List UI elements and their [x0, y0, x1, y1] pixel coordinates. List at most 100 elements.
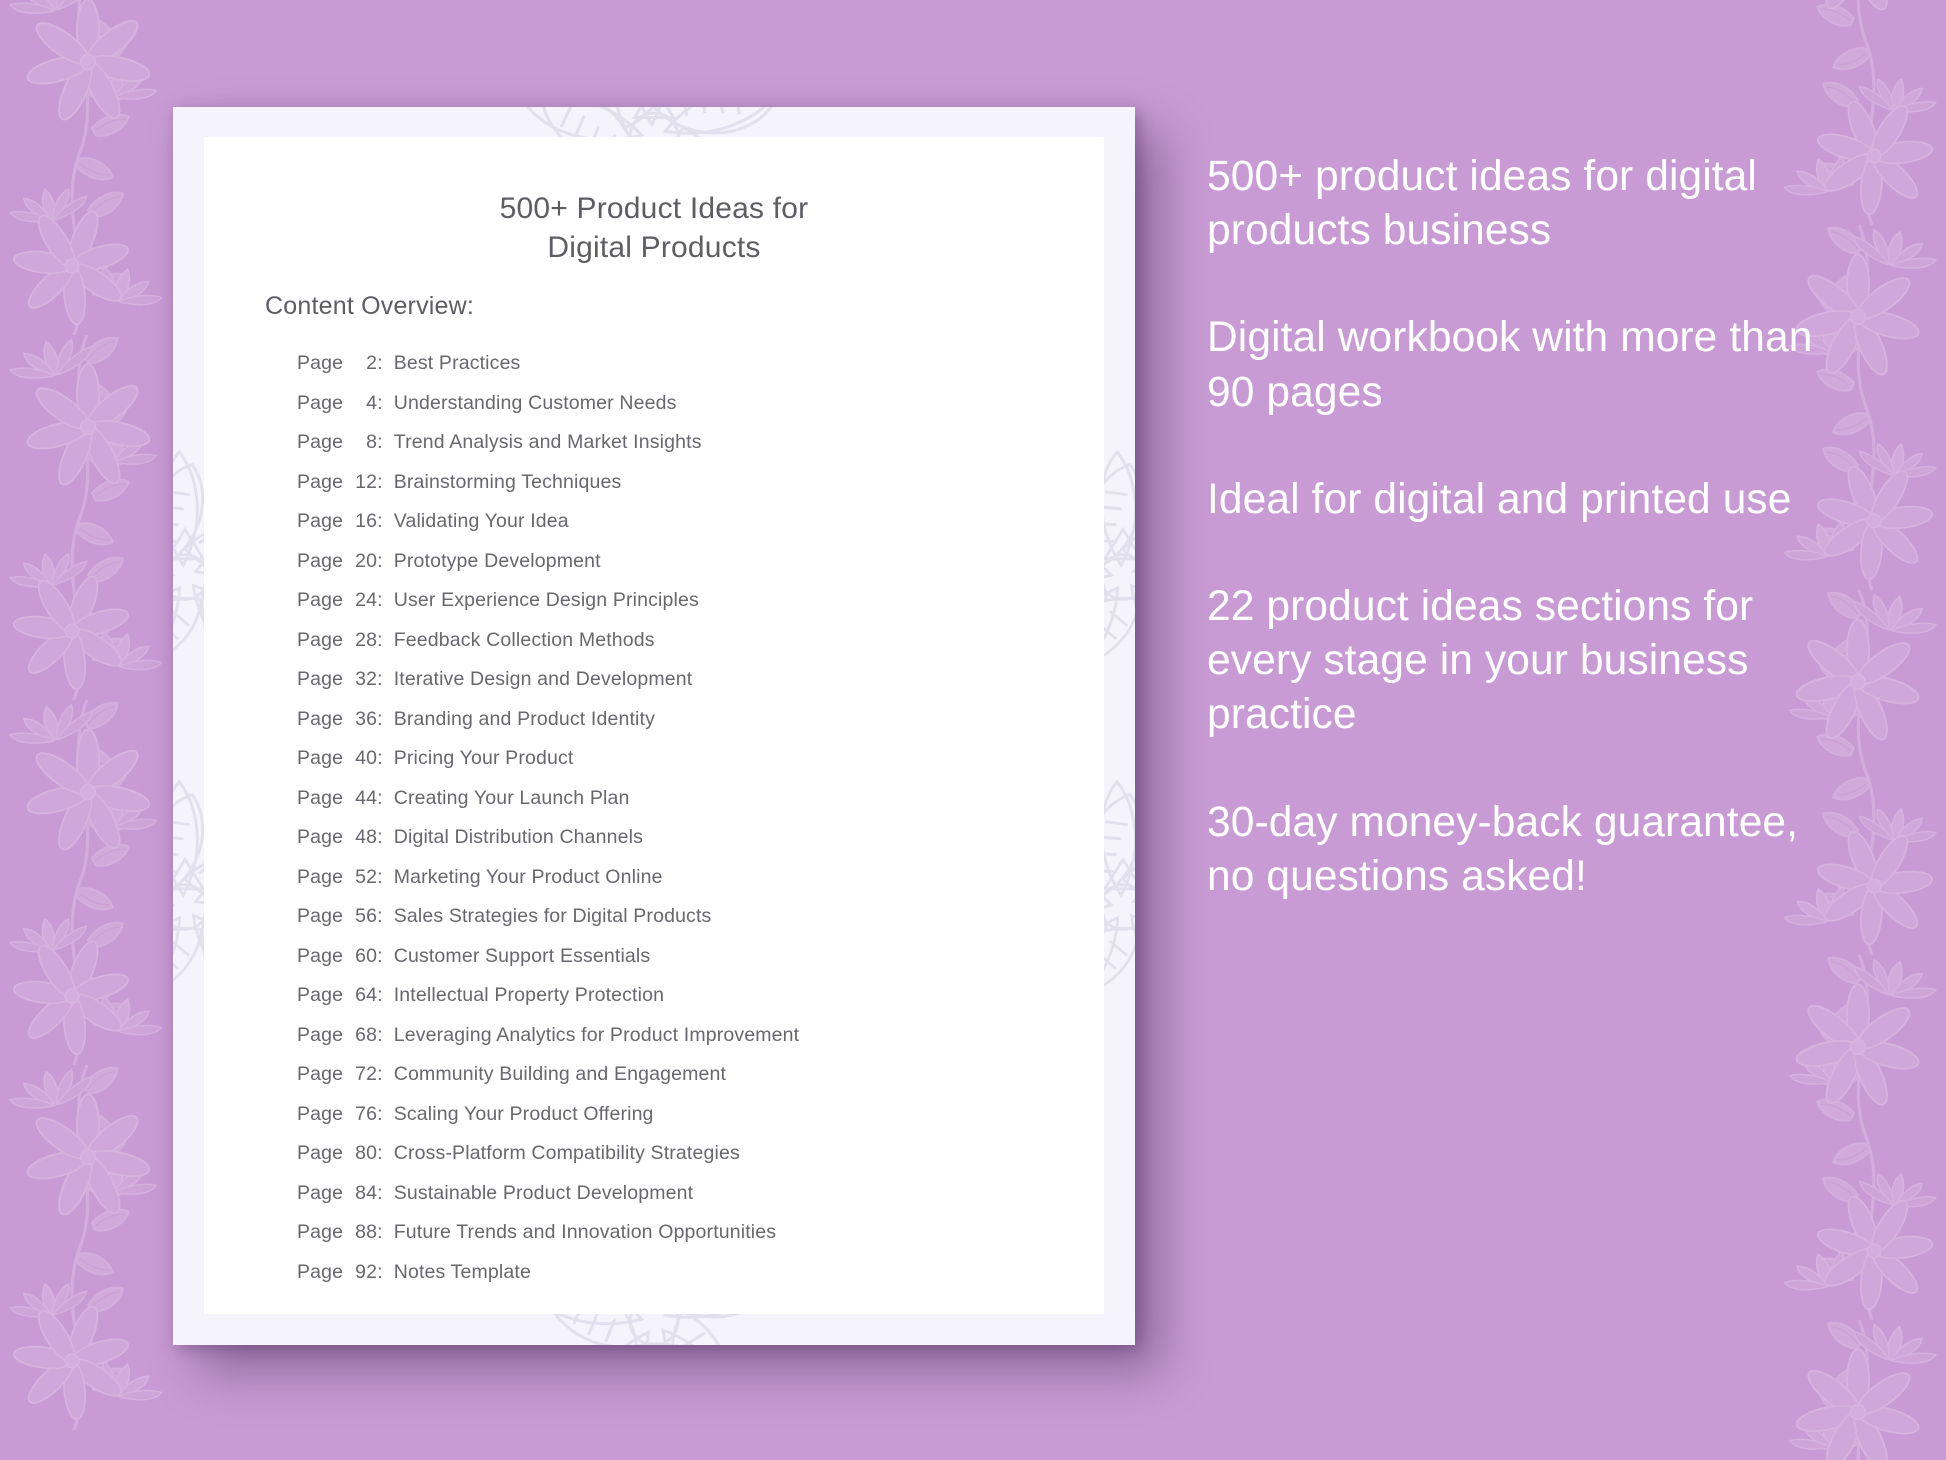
toc-colon: : — [377, 1181, 383, 1204]
toc-entry: Page 92: Notes Template — [297, 1261, 1097, 1301]
toc-page-number: 28 — [355, 628, 378, 651]
toc-entry-title: Marketing Your Product Online — [393, 865, 663, 888]
toc-entry-title: Community Building and Engagement — [393, 1063, 727, 1085]
floral-vine-icon — [0, 0, 182, 1460]
table-of-contents: Page 2: Best Practices Page 4: Understanding … — [297, 352, 1097, 1300]
toc-page-number: 84 — [355, 1181, 378, 1204]
toc-entry-title: Customer Support Essentials — [393, 944, 651, 967]
toc-page-number: 24 — [355, 589, 378, 611]
toc-page-number: 76 — [355, 1102, 378, 1125]
toc-entry: Page 60: Customer Support Essentials — [297, 945, 1097, 985]
toc-page-label: Page — [297, 1102, 344, 1125]
toc-colon: : — [377, 944, 383, 967]
toc-entry-title: Trend Analysis and Market Insights — [393, 431, 702, 453]
toc-colon: : — [377, 1063, 383, 1085]
document-title: 500+ Product Ideas for Digital Products — [499, 192, 809, 264]
toc-colon: : — [377, 628, 383, 651]
toc-page-label: Page — [297, 826, 344, 848]
toc-entry: Page 64: Intellectual Property Protection — [297, 984, 1097, 1024]
toc-page-number: 60 — [355, 944, 378, 967]
toc-entry-title: Best Practices — [393, 352, 521, 374]
toc-entry-title: Sustainable Product Development — [393, 1181, 694, 1204]
content-overview-heading: Content Overview: — [265, 292, 475, 320]
toc-entry: Page 4: Understanding Customer Needs — [297, 392, 1097, 432]
toc-page-number: 92 — [355, 1260, 378, 1283]
toc-page-number: 72 — [355, 1063, 378, 1085]
toc-entry: Page 44: Creating Your Launch Plan — [297, 787, 1097, 827]
document-preview-card[interactable]: 500+ Product Ideas for Digital Products … — [173, 107, 1135, 1345]
toc-entry-title: Future Trends and Innovation Opportuniti… — [393, 1221, 777, 1243]
toc-entry-title: Leveraging Analytics for Product Improve… — [393, 1023, 800, 1046]
toc-page-number: 32 — [355, 668, 378, 690]
toc-entry: Page 8: Trend Analysis and Market Insights — [297, 431, 1097, 471]
toc-entry: Page 20: Prototype Development — [297, 550, 1097, 590]
promo-listing-image: 500+ Product Ideas for Digital Products … — [0, 0, 1946, 1460]
toc-page-label: Page — [297, 905, 344, 927]
toc-colon: : — [377, 1221, 383, 1243]
toc-page-number: 44 — [355, 786, 378, 809]
toc-entry-title: Scaling Your Product Offering — [393, 1102, 654, 1125]
toc-page-label: Page — [297, 628, 344, 651]
toc-page-label: Page — [297, 1221, 344, 1243]
toc-entry: Page 2: Best Practices — [297, 352, 1097, 392]
toc-page-label: Page — [297, 1181, 344, 1204]
toc-page-label: Page — [297, 549, 344, 572]
toc-colon: : — [377, 984, 383, 1006]
toc-page-label: Page — [297, 431, 344, 453]
toc-colon: : — [377, 747, 383, 769]
toc-colon: : — [377, 865, 383, 888]
toc-entry-title: Iterative Design and Development — [393, 668, 693, 690]
toc-entry: Page 40: Pricing Your Product — [297, 747, 1097, 787]
toc-entry-title: Cross-Platform Compatibility Strategies — [393, 1142, 740, 1164]
toc-colon: : — [377, 1023, 383, 1046]
toc-page-number: 68 — [355, 1023, 378, 1046]
toc-entry-title: Feedback Collection Methods — [393, 628, 655, 651]
toc-colon: : — [377, 549, 383, 572]
toc-entry: Page 68: Leveraging Analytics for Product … — [297, 1024, 1097, 1064]
toc-entry: Page 28: Feedback Collection Methods — [297, 629, 1097, 669]
toc-entry-title: Branding and Product Identity — [393, 707, 656, 730]
toc-page-number: 12 — [355, 470, 378, 493]
toc-colon: : — [377, 1260, 383, 1283]
toc-colon: : — [377, 391, 383, 414]
toc-page-number: 52 — [355, 865, 378, 888]
toc-entry: Page 88: Future Trends and Innovation Oppo… — [297, 1221, 1097, 1261]
toc-entry: Page 36: Branding and Product Identity — [297, 708, 1097, 748]
toc-entry-title: Intellectual Property Protection — [393, 984, 665, 1006]
toc-page-number: 56 — [355, 905, 378, 927]
toc-page-label: Page — [297, 1023, 344, 1046]
feature-bullet: 22 product ideas sections for every stag… — [1207, 582, 1754, 739]
toc-colon: : — [377, 431, 383, 453]
toc-page-label: Page — [297, 944, 344, 967]
toc-page-number: 36 — [355, 707, 378, 730]
toc-page-number: 48 — [355, 826, 378, 848]
toc-entry-title: Brainstorming Techniques — [393, 470, 622, 493]
toc-entry: Page 80: Cross-Platform Compatibility Stra… — [297, 1142, 1097, 1182]
toc-page-number: 40 — [355, 747, 378, 769]
toc-page-label: Page — [297, 707, 344, 730]
toc-colon: : — [377, 352, 383, 374]
toc-page-number: 4 — [366, 391, 378, 414]
toc-page-label: Page — [297, 786, 344, 809]
toc-entry: Page 76: Scaling Your Product Offering — [297, 1103, 1097, 1143]
toc-page-number: 8 — [366, 431, 378, 453]
toc-entry-title: Prototype Development — [393, 549, 601, 572]
toc-page-number: 88 — [355, 1221, 378, 1243]
toc-page-label: Page — [297, 470, 344, 493]
toc-colon: : — [377, 470, 383, 493]
toc-page-number: 20 — [355, 549, 378, 572]
toc-page-label: Page — [297, 1142, 344, 1164]
toc-page-label: Page — [297, 352, 344, 374]
toc-page-label: Page — [297, 1260, 344, 1283]
toc-page-number: 16 — [355, 510, 378, 532]
toc-colon: : — [377, 707, 383, 730]
toc-entry-title: User Experience Design Principles — [393, 589, 699, 611]
toc-page-label: Page — [297, 865, 344, 888]
toc-page-number: 64 — [355, 984, 378, 1006]
toc-entry: Page 32: Iterative Design and Development — [297, 668, 1097, 708]
toc-page-label: Page — [297, 984, 344, 1006]
toc-page-label: Page — [297, 510, 344, 532]
toc-entry-title: Pricing Your Product — [393, 747, 574, 769]
toc-colon: : — [377, 786, 383, 809]
toc-entry-title: Validating Your Idea — [393, 510, 569, 532]
